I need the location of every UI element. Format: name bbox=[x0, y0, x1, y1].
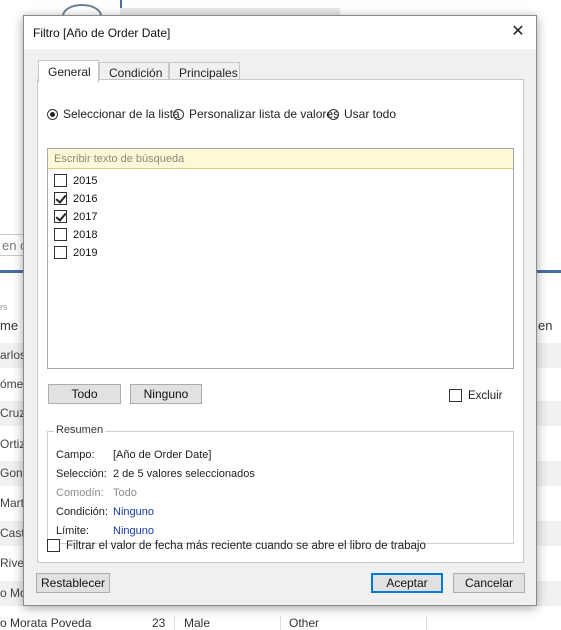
background-small-label: rs bbox=[0, 302, 8, 312]
checkbox-icon[interactable] bbox=[54, 246, 67, 259]
summary-value: [Año de Order Date] bbox=[113, 449, 212, 461]
filter-dialog: Filtro [Año de Order Date] ✕ General Con… bbox=[23, 15, 537, 606]
select-none-button[interactable]: Ninguno bbox=[130, 384, 202, 404]
list-item-2015[interactable]: 2015 bbox=[54, 172, 97, 188]
list-item-label: 2017 bbox=[73, 211, 98, 223]
radio-select-from-list[interactable]: Seleccionar de la lista bbox=[47, 106, 180, 122]
background-column-header: en bbox=[538, 318, 553, 333]
list-item-label: 2016 bbox=[73, 193, 98, 205]
radio-custom-values[interactable]: Personalizar lista de valores bbox=[173, 106, 339, 122]
close-icon[interactable]: ✕ bbox=[506, 21, 530, 43]
summary-group: Resumen Campo: [Año de Order Date] Selec… bbox=[47, 424, 514, 544]
list-item-label: 2018 bbox=[73, 229, 98, 241]
list-item-2018[interactable]: 2018 bbox=[54, 226, 97, 242]
cancel-button[interactable]: Cancelar bbox=[453, 573, 525, 593]
checkbox-checked-icon[interactable] bbox=[54, 210, 67, 223]
summary-legend: Resumen bbox=[54, 424, 106, 436]
summary-key: Límite: bbox=[56, 525, 90, 537]
cell-gender: Male bbox=[184, 616, 211, 630]
radio-label: Seleccionar de la lista bbox=[63, 107, 180, 121]
list-item-2017[interactable]: 2017 bbox=[54, 208, 97, 224]
summary-key: Condición: bbox=[56, 506, 108, 518]
checkbox-checked-icon[interactable] bbox=[54, 192, 67, 205]
recent-date-checkbox[interactable]: Filtrar el valor de fecha más reciente c… bbox=[47, 538, 426, 554]
tab-general[interactable]: General bbox=[38, 60, 99, 83]
summary-value: 2 de 5 valores seleccionados bbox=[113, 468, 255, 480]
condition-link[interactable]: Ninguno bbox=[113, 505, 154, 519]
select-all-button[interactable]: Todo bbox=[48, 384, 121, 404]
dialog-titlebar[interactable]: Filtro [Año de Order Date] ✕ bbox=[24, 16, 536, 49]
summary-key: Campo: bbox=[56, 449, 95, 461]
table-row: o Morata Poveda 23 Male Other bbox=[0, 616, 561, 630]
ok-button[interactable]: Aceptar bbox=[371, 573, 443, 593]
checkbox-icon[interactable] bbox=[54, 228, 67, 241]
cell-other: Other bbox=[289, 616, 320, 630]
list-item-2016[interactable]: 2016 bbox=[54, 190, 97, 206]
radio-selected-icon bbox=[47, 109, 58, 120]
summary-value: Todo bbox=[113, 487, 137, 499]
radio-unselected-icon bbox=[173, 109, 184, 120]
background-column-header: me bbox=[0, 318, 19, 333]
value-list: 2015 2016 2017 2018 2019 bbox=[47, 148, 514, 369]
list-item-label: 2015 bbox=[73, 175, 98, 187]
checkbox-icon[interactable] bbox=[47, 539, 60, 552]
exclude-label: Excluir bbox=[468, 390, 503, 402]
list-item-label: 2019 bbox=[73, 247, 98, 259]
checkbox-icon[interactable] bbox=[449, 389, 462, 402]
list-item-2019[interactable]: 2019 bbox=[54, 244, 97, 260]
limit-link[interactable]: Ninguno bbox=[113, 524, 154, 538]
search-input[interactable] bbox=[48, 149, 513, 169]
dialog-title: Filtro [Año de Order Date] bbox=[33, 26, 171, 40]
reset-button[interactable]: Restablecer bbox=[36, 573, 110, 593]
cell-name: o Morata Poveda bbox=[0, 616, 92, 630]
cell-age: 23 bbox=[152, 616, 166, 630]
summary-key: Selección: bbox=[56, 468, 107, 480]
checkbox-icon[interactable] bbox=[54, 174, 67, 187]
summary-key: Comodín: bbox=[56, 487, 104, 499]
background-tab-underline-left bbox=[0, 270, 24, 273]
radio-unselected-icon bbox=[328, 109, 339, 120]
background-tab-underline-right bbox=[537, 270, 561, 273]
radio-label: Usar todo bbox=[344, 107, 397, 121]
exclude-checkbox[interactable]: Excluir bbox=[449, 388, 503, 404]
radio-label: Personalizar lista de valores bbox=[189, 107, 340, 121]
recent-date-label: Filtrar el valor de fecha más reciente c… bbox=[66, 540, 426, 552]
general-panel: Seleccionar de la lista Personalizar lis… bbox=[37, 79, 524, 563]
radio-use-all[interactable]: Usar todo bbox=[328, 106, 396, 122]
